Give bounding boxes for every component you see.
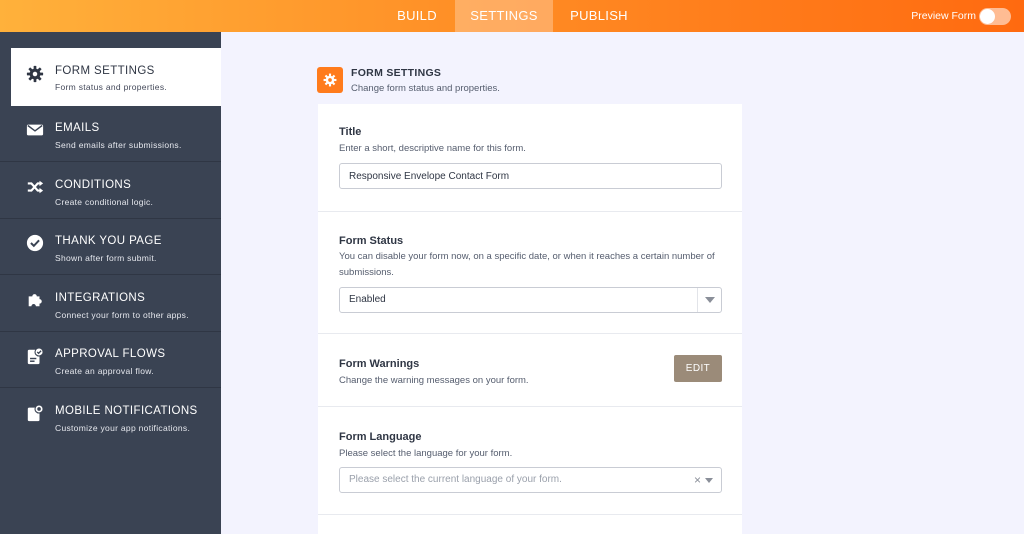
form-status-description: You can disable your form now, on a spec… xyxy=(339,251,715,278)
title-label: Title xyxy=(339,126,362,138)
chevron-down-icon xyxy=(705,478,713,483)
preview-form-label: Preview Form xyxy=(911,10,976,22)
sidebar-item-thank-you-page[interactable]: THANK YOU PAGE Shown after form submit. xyxy=(0,219,221,275)
sidebar-item-integrations[interactable]: INTEGRATIONS Connect your form to other … xyxy=(0,276,221,332)
sidebar-item-subtitle: Form status and properties. xyxy=(55,82,168,92)
sidebar-item-subtitle: Send emails after submissions. xyxy=(55,140,182,150)
tab-settings[interactable]: SETTINGS xyxy=(455,0,553,32)
form-warnings-section: Form Warnings Change the warning message… xyxy=(318,334,742,407)
edit-warnings-button[interactable]: EDIT xyxy=(674,355,722,382)
title-description: Enter a short, descriptive name for this… xyxy=(339,143,526,154)
top-nav-bar: BUILD SETTINGS PUBLISH Preview Form xyxy=(0,0,1024,32)
settings-card: Title Enter a short, descriptive name fo… xyxy=(318,104,742,534)
form-status-value: Enabled xyxy=(349,294,386,305)
page-subtitle: Change form status and properties. xyxy=(351,83,500,94)
settings-sidebar: FORM SETTINGS Form status and properties… xyxy=(0,32,221,534)
sidebar-item-subtitle: Customize your app notifications. xyxy=(55,423,191,433)
form-language-description: Please select the language for your form… xyxy=(339,448,513,459)
sidebar-item-title: INTEGRATIONS xyxy=(55,292,146,304)
sidebar-item-subtitle: Create an approval flow. xyxy=(55,366,154,376)
gear-icon xyxy=(26,65,44,83)
toggle-knob xyxy=(980,9,995,24)
sidebar-item-title: EMAILS xyxy=(55,122,100,134)
form-language-select[interactable]: Please select the current language of yo… xyxy=(339,467,722,493)
clipboard-check-icon xyxy=(27,347,44,365)
form-settings-header-icon xyxy=(317,67,343,93)
sidebar-item-conditions[interactable]: CONDITIONS Create conditional logic. xyxy=(0,163,221,219)
sidebar-item-title: FORM SETTINGS xyxy=(55,65,155,77)
form-language-label: Form Language xyxy=(339,431,422,443)
sidebar-item-emails[interactable]: EMAILS Send emails after submissions. xyxy=(0,106,221,162)
tab-publish[interactable]: PUBLISH xyxy=(560,0,638,32)
sidebar-item-subtitle: Create conditional logic. xyxy=(55,197,154,207)
clear-icon[interactable]: × xyxy=(694,468,701,492)
form-status-label: Form Status xyxy=(339,235,404,247)
form-status-section: Form Status You can disable your form no… xyxy=(318,212,742,334)
page-title: FORM SETTINGS xyxy=(351,67,442,79)
sidebar-item-approval-flows[interactable]: APPROVAL FLOWS Create an approval flow. xyxy=(0,332,221,388)
mobile-notification-icon xyxy=(27,404,44,422)
sidebar-item-title: APPROVAL FLOWS xyxy=(55,348,166,360)
shuffle-icon xyxy=(27,180,44,194)
chevron-down-icon xyxy=(697,288,721,312)
title-section: Title Enter a short, descriptive name fo… xyxy=(318,104,742,212)
form-language-placeholder: Please select the current language of yo… xyxy=(349,474,562,485)
sidebar-item-form-settings[interactable]: FORM SETTINGS Form status and properties… xyxy=(11,48,221,106)
sidebar-item-subtitle: Shown after form submit. xyxy=(55,253,157,263)
form-warnings-description: Change the warning messages on your form… xyxy=(339,375,529,386)
check-circle-icon xyxy=(26,234,44,252)
sidebar-item-title: MOBILE NOTIFICATIONS xyxy=(55,405,198,417)
title-input[interactable] xyxy=(339,163,722,189)
sidebar-item-subtitle: Connect your form to other apps. xyxy=(55,310,189,320)
envelope-icon xyxy=(26,124,44,136)
puzzle-icon xyxy=(28,294,42,307)
sidebar-item-title: CONDITIONS xyxy=(55,179,132,191)
gear-icon xyxy=(323,73,337,87)
preview-form-toggle[interactable] xyxy=(979,8,1011,25)
form-status-select[interactable]: Enabled xyxy=(339,287,722,313)
sidebar-item-mobile-notifications[interactable]: MOBILE NOTIFICATIONS Customize your app … xyxy=(0,389,221,445)
tab-build[interactable]: BUILD xyxy=(386,0,448,32)
form-language-section: Form Language Please select the language… xyxy=(318,407,742,515)
form-warnings-label: Form Warnings xyxy=(339,358,420,370)
sidebar-item-title: THANK YOU PAGE xyxy=(55,235,162,247)
